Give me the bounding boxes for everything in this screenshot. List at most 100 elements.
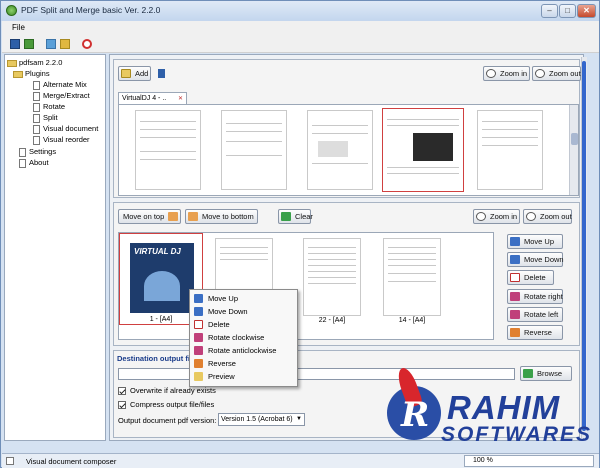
menu-bar: File — [2, 21, 599, 35]
edit-icon[interactable] — [60, 39, 70, 49]
context-menu-label: Move Down — [208, 307, 248, 316]
tree-plugins[interactable]: Plugins — [13, 69, 50, 79]
move-bottom-icon — [188, 212, 198, 221]
close-button[interactable]: ✕ — [577, 4, 596, 18]
browse-button[interactable]: Browse — [520, 366, 572, 381]
source-page-thumbnail[interactable] — [221, 110, 287, 190]
tree-item-merge-extract[interactable]: Merge/Extract — [33, 91, 90, 101]
move-up-button[interactable]: Move Up — [507, 234, 563, 249]
context-menu-reverse[interactable]: Reverse — [190, 357, 297, 370]
compress-checkbox[interactable]: Compress output file/files — [118, 400, 214, 410]
page-figure — [318, 141, 348, 157]
add-button[interactable]: Add — [118, 66, 151, 81]
page-label: 14 - [A4] — [398, 317, 426, 324]
composed-page-22[interactable] — [303, 238, 361, 316]
context-menu-move-up[interactable]: Move Up — [190, 292, 297, 305]
composer-thumbnails[interactable]: VIRTUAL DJ 1 - [A4] 22 - [A4] 14 - [A4] — [118, 232, 494, 340]
document-icon — [33, 113, 40, 123]
source-page-thumbnail[interactable] — [307, 110, 373, 190]
main-scrollbar-thumb[interactable] — [582, 61, 586, 431]
source-thumbnails[interactable] — [118, 104, 579, 196]
tree-item-split[interactable]: Split — [33, 113, 58, 123]
pdf-version-select[interactable]: Version 1.5 (Acrobat 6) ▼ — [218, 413, 305, 426]
context-menu-label: Rotate anticlockwise — [208, 346, 277, 355]
exit-icon[interactable] — [82, 39, 92, 49]
composed-page-14[interactable] — [383, 238, 441, 316]
zoom-out-button[interactable]: Zoom out — [532, 66, 581, 81]
tree-item-rotate[interactable]: Rotate — [33, 102, 65, 112]
save-env-icon[interactable] — [46, 39, 56, 49]
composer-zoom-out-button[interactable]: Zoom out — [523, 209, 572, 224]
rotate-left-label: Rotate left — [524, 310, 559, 319]
checkbox-checked[interactable] — [118, 387, 126, 396]
virtualdj-cover-image: VIRTUAL DJ — [130, 243, 194, 313]
reverse-button[interactable]: Reverse — [507, 325, 563, 340]
tree-item-label: Split — [43, 113, 58, 122]
context-menu-delete[interactable]: Delete — [190, 318, 297, 331]
status-text: Visual document composer — [26, 457, 117, 466]
checkbox-checked[interactable] — [118, 401, 126, 410]
add-label: Add — [135, 69, 149, 78]
progress-bar: 100 % — [464, 455, 594, 467]
maximize-button[interactable]: □ — [559, 4, 576, 18]
delete-button[interactable]: Delete — [507, 270, 554, 285]
rotate-left-button[interactable]: Rotate left — [507, 307, 563, 322]
scrollbar-thumb[interactable] — [571, 133, 578, 145]
tree-item-label: Merge/Extract — [43, 91, 90, 100]
context-menu-move-down[interactable]: Move Down — [190, 305, 297, 318]
context-menu-rotate-clockwise[interactable]: Rotate clockwise — [190, 331, 297, 344]
zoom-in-label: Zoom in — [500, 69, 528, 78]
destination-path-input[interactable] — [118, 368, 515, 380]
rotate-right-label: Rotate right — [524, 292, 563, 301]
title-bar[interactable]: PDF Split and Merge basic Ver. 2.2.0 – □… — [1, 1, 599, 21]
source-page-thumbnail[interactable] — [477, 110, 543, 190]
open-icon[interactable] — [24, 39, 34, 49]
document-icon — [33, 124, 40, 134]
main-pane: Add Zoom in Zoom out VirtualDJ 4 - .. ✕ M… — [109, 54, 587, 441]
preview-icon — [194, 372, 203, 381]
tree-item-alternate-mix[interactable]: Alternate Mix — [33, 80, 87, 90]
clear-label: Clear — [295, 212, 313, 221]
clear-button[interactable]: Clear — [278, 209, 313, 224]
move-to-bottom-button[interactable]: Move to bottom — [185, 209, 258, 224]
tree-root[interactable]: pdfsam 2.2.0 — [7, 58, 62, 68]
reverse-icon — [510, 328, 520, 337]
rotate-right-button[interactable]: Rotate right — [507, 289, 563, 304]
tree-item-visual-document[interactable]: Visual document — [33, 124, 98, 134]
source-page-thumbnail-selected[interactable] — [382, 108, 464, 192]
tree-settings[interactable]: Settings — [19, 147, 56, 157]
bookmark-icon[interactable] — [158, 69, 165, 78]
overwrite-checkbox[interactable]: Overwrite if already exists — [118, 386, 216, 396]
source-page-thumbnail[interactable] — [135, 110, 201, 190]
destination-label: Destination output file — [117, 354, 197, 363]
arrow-down-icon — [194, 307, 203, 316]
tree-root-label: pdfsam 2.2.0 — [19, 58, 63, 67]
tree-settings-label: Settings — [29, 147, 57, 156]
main-scrollbar[interactable] — [581, 57, 587, 438]
menu-file[interactable]: File — [12, 23, 25, 32]
save-icon[interactable] — [10, 39, 20, 49]
tree-item-visual-reorder[interactable]: Visual reorder — [33, 135, 90, 145]
minimize-button[interactable]: – — [541, 4, 558, 18]
page-label: 22 - [A4] — [318, 317, 346, 324]
source-scrollbar[interactable] — [569, 105, 578, 195]
delete-label: Delete — [524, 273, 546, 282]
tree-about[interactable]: About — [19, 158, 49, 168]
cover-title: VIRTUAL DJ — [134, 247, 181, 256]
folder-open-icon — [13, 70, 23, 78]
zoom-out-label: Zoom out — [540, 212, 572, 221]
delete-icon — [510, 273, 520, 282]
status-icon — [6, 457, 14, 465]
clear-icon — [281, 212, 291, 221]
reverse-label: Reverse — [524, 328, 552, 337]
context-menu-rotate-anticlockwise[interactable]: Rotate anticlockwise — [190, 344, 297, 357]
composer-zoom-in-button[interactable]: Zoom in — [473, 209, 520, 224]
tab-virtualdj[interactable]: VirtualDJ 4 - .. ✕ — [118, 92, 187, 104]
rotate-left-icon — [510, 310, 520, 319]
move-on-top-button[interactable]: Move on top — [118, 209, 181, 224]
folder-icon — [121, 69, 131, 78]
move-down-button[interactable]: Move Down — [507, 252, 564, 267]
magnifier-icon — [476, 212, 486, 221]
context-menu-preview[interactable]: Preview — [190, 370, 297, 383]
zoom-in-button[interactable]: Zoom in — [483, 66, 530, 81]
